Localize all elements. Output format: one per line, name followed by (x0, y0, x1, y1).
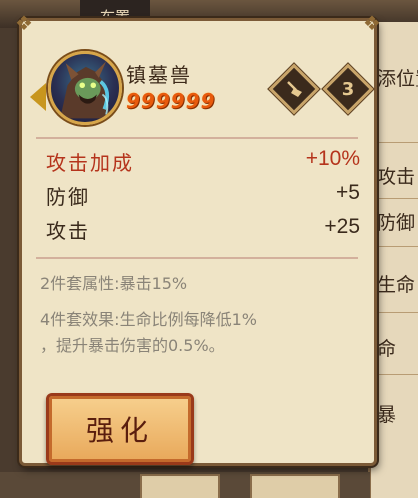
stat-row-attack-bonus: 攻击加成 +10% (46, 147, 360, 175)
background-label: 暴 (377, 404, 397, 426)
level-badge[interactable]: 3 (322, 63, 374, 115)
divider (36, 257, 358, 259)
corner-ornament-icon: ❖ (363, 11, 381, 35)
divider (36, 137, 358, 139)
background-label: 命 (377, 338, 397, 360)
background-bottom-bar (0, 472, 370, 498)
background-label: 生命 (377, 274, 416, 296)
broom-icon (279, 74, 309, 104)
item-name: 镇墓兽 (126, 63, 192, 87)
divider (375, 374, 418, 375)
divider (375, 246, 418, 247)
set-bonus-two: 2件套属性:暴击15% (40, 274, 188, 293)
divider (375, 142, 418, 143)
portrait-pointer-icon (30, 83, 46, 111)
background-label: 防御 (377, 212, 416, 234)
item-portrait[interactable] (48, 51, 122, 125)
background-label: 添位置 (377, 68, 418, 90)
upgrade-button[interactable]: 强化 (46, 393, 194, 465)
set-bonus-four-line2: ，提升暴击伤害的0.5%。 (40, 336, 225, 355)
stat-row-attack: 攻击 +25 (46, 215, 360, 243)
stat-row-defense: 防御 +5 (46, 181, 360, 209)
stat-label: 攻击加成 (46, 151, 134, 175)
stat-value: +25 (324, 215, 360, 238)
number-three-icon: 3 (341, 78, 355, 100)
stat-value: +5 (336, 181, 360, 204)
corner-ornament-icon: ❖ (15, 11, 33, 35)
background-label: 攻击 (377, 166, 416, 188)
stat-label: 攻击 (46, 219, 90, 243)
item-score: 999999 (126, 89, 216, 113)
stat-value: +10% (305, 147, 360, 170)
background-bottom-tab[interactable] (250, 474, 340, 498)
divider (375, 312, 418, 313)
broom-badge[interactable] (268, 63, 320, 115)
background-bottom-tab[interactable] (140, 474, 220, 498)
equipment-tooltip-card: ❖ ❖ 镇墓兽 999999 3 攻击加成 +10% 防御 +5 攻击 +25 … (15, 11, 381, 466)
set-bonus-four-line1: 4件套效果:生命比例每降低1% (40, 310, 257, 329)
stat-label: 防御 (46, 185, 90, 209)
beast-portrait-icon (60, 61, 110, 119)
divider (375, 198, 418, 199)
